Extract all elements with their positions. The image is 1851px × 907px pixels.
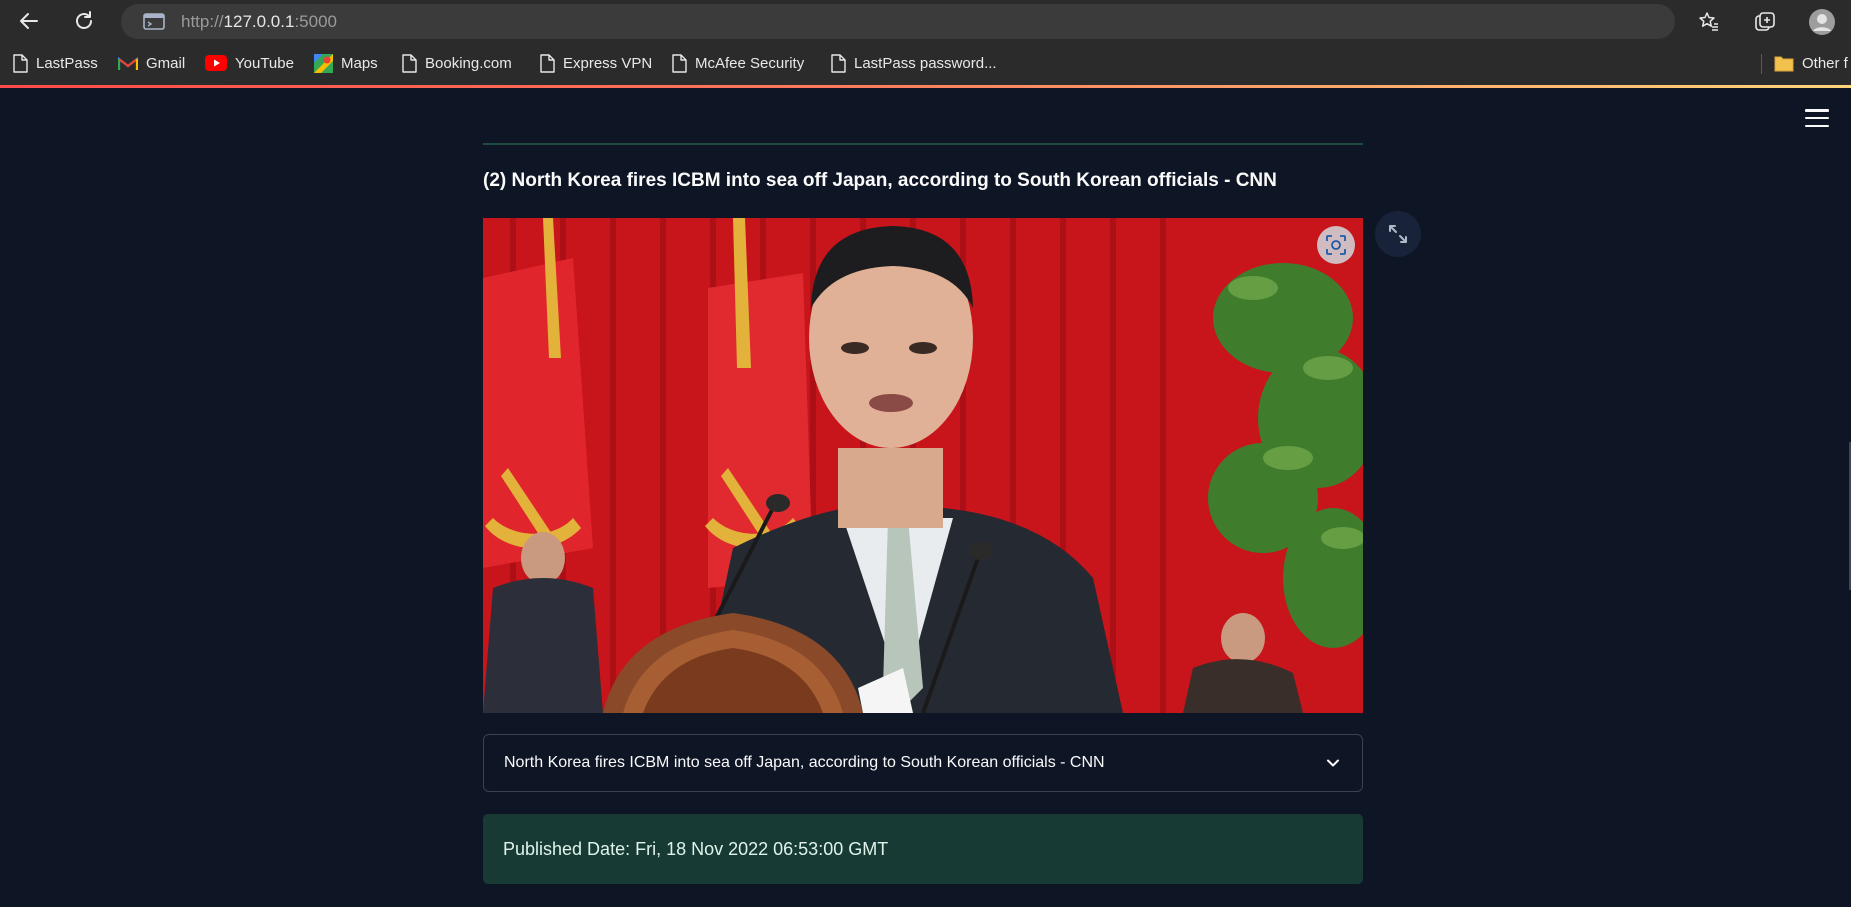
bookmarks-bar: LastPass Gmail YouTube Maps Booking.com … xyxy=(0,42,1851,85)
bookmark-express-vpn[interactable]: Express VPN xyxy=(540,50,652,76)
back-arrow-icon xyxy=(20,13,38,29)
bookmark-other-favorites[interactable]: Other f xyxy=(1774,50,1848,76)
bookmark-lastpass-password[interactable]: LastPass password... xyxy=(831,50,997,76)
bookmarks-divider xyxy=(1761,54,1762,74)
folder-icon xyxy=(1774,56,1794,71)
hamburger-icon-line xyxy=(1805,116,1829,120)
chevron-down-icon xyxy=(1327,759,1339,767)
youtube-icon xyxy=(205,55,227,71)
hamburger-icon-line xyxy=(1805,124,1829,127)
url-text[interactable]: http://127.0.0.1:5000 xyxy=(181,4,337,39)
browser-toolbar: http://127.0.0.1:5000 xyxy=(0,0,1851,42)
article-expander[interactable]: North Korea fires ICBM into sea off Japa… xyxy=(483,734,1363,792)
reload-icon xyxy=(76,11,92,29)
bookmark-label: Other f xyxy=(1802,54,1848,72)
page-icon xyxy=(831,53,846,73)
bookmark-label: McAfee Security xyxy=(695,54,805,72)
page-icon xyxy=(13,53,28,73)
page-loading-bar xyxy=(0,85,1851,88)
bookmark-label: Express VPN xyxy=(563,54,653,72)
profile-avatar-icon xyxy=(1809,9,1835,35)
article-photo-illustration xyxy=(483,218,1363,713)
star-list-icon xyxy=(1699,12,1718,31)
gmail-icon xyxy=(118,56,138,70)
bookmark-lastpass[interactable]: LastPass xyxy=(13,50,98,76)
visual-search-button[interactable] xyxy=(1317,226,1355,264)
page-icon xyxy=(672,53,687,73)
hamburger-icon-line xyxy=(1805,109,1829,112)
bookmark-label: YouTube xyxy=(235,54,294,72)
address-bar[interactable]: http://127.0.0.1:5000 xyxy=(121,4,1675,39)
bookmark-label: LastPass xyxy=(36,54,98,72)
bookmark-gmail[interactable]: Gmail xyxy=(118,50,185,76)
favorites-button[interactable] xyxy=(1693,6,1725,38)
bookmark-label: Gmail xyxy=(146,54,186,72)
bookmark-label: Maps xyxy=(341,54,378,72)
collections-button[interactable] xyxy=(1749,6,1781,38)
bookmark-label: Booking.com xyxy=(425,54,512,72)
bookmark-label: LastPass password... xyxy=(854,54,997,72)
page-icon xyxy=(402,53,417,73)
expander-label: North Korea fires ICBM into sea off Japa… xyxy=(504,754,1105,771)
bookmark-mcafee[interactable]: McAfee Security xyxy=(672,50,804,76)
visual-search-icon xyxy=(1326,235,1346,255)
page-icon xyxy=(540,53,555,73)
app-main-menu-button[interactable] xyxy=(1803,106,1831,130)
article-image xyxy=(483,218,1363,713)
back-button[interactable] xyxy=(14,6,44,36)
bookmark-youtube[interactable]: YouTube xyxy=(205,50,294,76)
section-divider xyxy=(483,143,1363,145)
maps-icon xyxy=(314,53,333,73)
published-date-box: Published Date: Fri, 18 Nov 2022 06:53:0… xyxy=(483,814,1363,884)
bookmark-booking[interactable]: Booking.com xyxy=(402,50,512,76)
site-info-icon[interactable] xyxy=(143,13,165,30)
published-date-text: Published Date: Fri, 18 Nov 2022 06:53:0… xyxy=(503,839,889,859)
bookmark-maps[interactable]: Maps xyxy=(314,50,378,76)
expand-arrows-icon xyxy=(1389,225,1407,243)
collections-icon xyxy=(1755,12,1775,31)
reload-button[interactable] xyxy=(69,6,99,36)
profile-button[interactable] xyxy=(1806,6,1838,38)
fullscreen-button[interactable] xyxy=(1375,211,1421,257)
article-title: (2) North Korea fires ICBM into sea off … xyxy=(483,170,1277,191)
